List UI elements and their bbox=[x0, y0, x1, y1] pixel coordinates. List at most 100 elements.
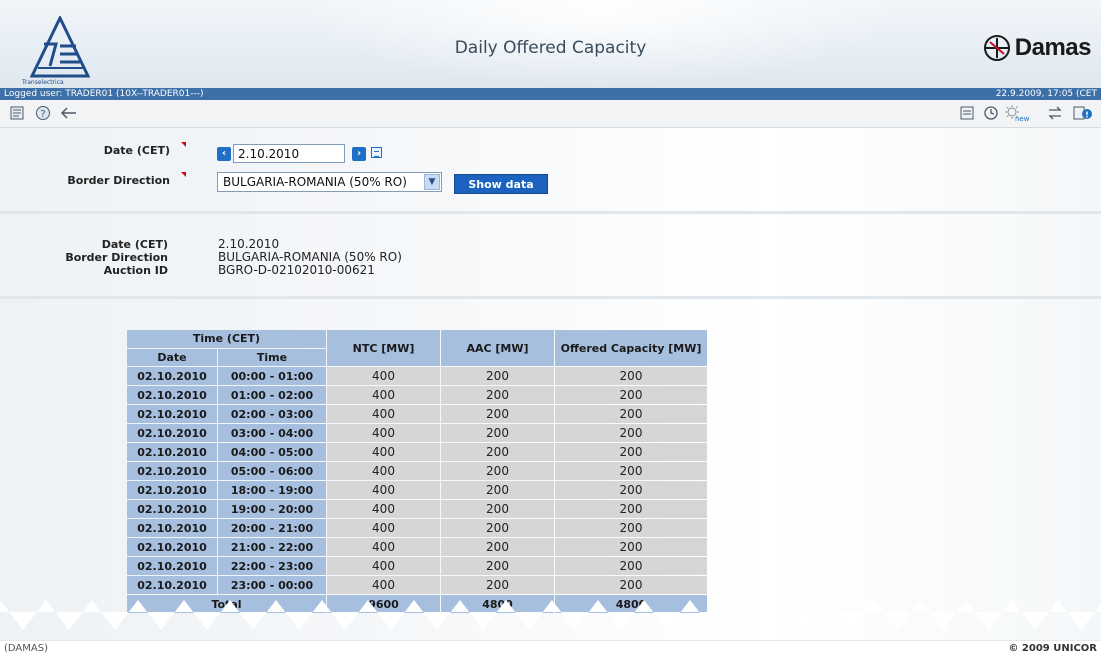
table-row: 02.10.2010 23:00 - 00:00 400 200 200 bbox=[127, 576, 707, 594]
row-ntc: 400 bbox=[327, 386, 440, 404]
damas-logo: Damas bbox=[982, 34, 1092, 62]
row-date: 02.10.2010 bbox=[127, 576, 217, 594]
help-icon[interactable]: ? bbox=[34, 104, 52, 122]
row-aac: 200 bbox=[441, 538, 554, 556]
info-date-label: Date (CET) bbox=[101, 238, 168, 251]
table-row: 02.10.2010 02:00 - 03:00 400 200 200 bbox=[127, 405, 707, 423]
row-ntc: 400 bbox=[327, 576, 440, 594]
border-direction-select[interactable]: BULGARIA-ROMANIA (50% RO) ▼ bbox=[217, 172, 442, 192]
clock-icon[interactable] bbox=[982, 104, 1000, 122]
row-date: 02.10.2010 bbox=[127, 424, 217, 442]
svg-text:?: ? bbox=[40, 109, 45, 120]
footer-copyright: © 2009 UNICOR bbox=[1008, 643, 1097, 654]
row-aac: 200 bbox=[441, 557, 554, 575]
list-icon[interactable] bbox=[958, 104, 976, 122]
new-icon[interactable]: new bbox=[1004, 104, 1032, 122]
row-ntc: 400 bbox=[327, 500, 440, 518]
time-group-header: Time (CET) bbox=[127, 330, 326, 348]
total-aac: 4800 bbox=[441, 595, 554, 613]
total-row: Total 9600 4800 4800 bbox=[127, 595, 707, 613]
row-aac: 200 bbox=[441, 481, 554, 499]
row-time: 18:00 - 19:00 bbox=[218, 481, 326, 499]
table-row: 02.10.2010 20:00 - 21:00 400 200 200 bbox=[127, 519, 707, 537]
row-date: 02.10.2010 bbox=[127, 519, 217, 537]
border-direction-label: Border Direction bbox=[67, 174, 170, 187]
row-ntc: 400 bbox=[327, 538, 440, 556]
auction-info: Date (CET) 2.10.2010 Border Direction BU… bbox=[0, 217, 1101, 299]
table-row: 02.10.2010 21:00 - 22:00 400 200 200 bbox=[127, 538, 707, 556]
show-data-button[interactable]: Show data bbox=[454, 174, 548, 194]
info-auction-label: Auction ID bbox=[103, 264, 168, 277]
table-row: 02.10.2010 19:00 - 20:00 400 200 200 bbox=[127, 500, 707, 518]
damas-emblem-icon bbox=[983, 35, 1010, 61]
required-marker bbox=[181, 142, 186, 147]
date-column-header: Date bbox=[127, 348, 217, 366]
content-area: Date (CET) ‹ › Border Direction BULGARIA… bbox=[0, 128, 1101, 640]
total-label: Total bbox=[127, 595, 326, 613]
row-ntc: 400 bbox=[327, 367, 440, 385]
table-row: 02.10.2010 22:00 - 23:00 400 200 200 bbox=[127, 557, 707, 575]
row-date: 02.10.2010 bbox=[127, 367, 217, 385]
row-ntc: 400 bbox=[327, 462, 440, 480]
row-date: 02.10.2010 bbox=[127, 557, 217, 575]
footer: (DAMAS) © 2009 UNICOR bbox=[0, 640, 1101, 656]
row-offered: 200 bbox=[555, 462, 707, 480]
row-date: 02.10.2010 bbox=[127, 481, 217, 499]
time-column-header: Time bbox=[218, 348, 326, 366]
date-label: Date (CET) bbox=[103, 144, 170, 157]
row-time: 21:00 - 22:00 bbox=[218, 538, 326, 556]
svg-text:!: ! bbox=[1085, 111, 1089, 120]
row-ntc: 400 bbox=[327, 424, 440, 442]
calendar-icon[interactable] bbox=[371, 147, 382, 158]
row-offered: 200 bbox=[555, 481, 707, 499]
row-offered: 200 bbox=[555, 538, 707, 556]
row-time: 20:00 - 21:00 bbox=[218, 519, 326, 537]
row-aac: 200 bbox=[441, 500, 554, 518]
table-row: 02.10.2010 04:00 - 05:00 400 200 200 bbox=[127, 443, 707, 461]
report-icon[interactable] bbox=[8, 104, 26, 122]
status-bar: Logged user: TRADER01 (10X--TRADER01---)… bbox=[0, 88, 1101, 100]
table-row: 02.10.2010 05:00 - 06:00 400 200 200 bbox=[127, 462, 707, 480]
prev-date-button[interactable]: ‹ bbox=[217, 147, 231, 161]
row-time: 05:00 - 06:00 bbox=[218, 462, 326, 480]
row-offered: 200 bbox=[555, 576, 707, 594]
row-time: 19:00 - 20:00 bbox=[218, 500, 326, 518]
row-date: 02.10.2010 bbox=[127, 500, 217, 518]
row-date: 02.10.2010 bbox=[127, 443, 217, 461]
total-ntc: 9600 bbox=[327, 595, 440, 613]
row-time: 00:00 - 01:00 bbox=[218, 367, 326, 385]
required-marker bbox=[181, 172, 186, 177]
app-header: Transelectrica Daily Offered Capacity Da… bbox=[0, 0, 1101, 88]
row-offered: 200 bbox=[555, 519, 707, 537]
exchange-icon[interactable] bbox=[1046, 104, 1064, 122]
row-aac: 200 bbox=[441, 424, 554, 442]
chevron-down-icon[interactable]: ▼ bbox=[424, 174, 440, 190]
row-ntc: 400 bbox=[327, 443, 440, 461]
capacity-table: Time (CET) NTC [MW] AAC [MW] Offered Cap… bbox=[126, 329, 708, 614]
row-ntc: 400 bbox=[327, 519, 440, 537]
row-offered: 200 bbox=[555, 405, 707, 423]
next-date-button[interactable]: › bbox=[352, 147, 366, 161]
row-aac: 200 bbox=[441, 405, 554, 423]
row-offered: 200 bbox=[555, 424, 707, 442]
info-border-label: Border Direction bbox=[65, 251, 168, 264]
row-aac: 200 bbox=[441, 576, 554, 594]
date-input[interactable] bbox=[233, 144, 345, 163]
footer-app-name: (DAMAS) bbox=[4, 643, 48, 654]
row-time: 01:00 - 02:00 bbox=[218, 386, 326, 404]
page-title: Daily Offered Capacity bbox=[454, 38, 647, 58]
row-time: 04:00 - 05:00 bbox=[218, 443, 326, 461]
table-header-row: Time (CET) NTC [MW] AAC [MW] Offered Cap… bbox=[127, 330, 707, 366]
row-aac: 200 bbox=[441, 443, 554, 461]
notifications-icon[interactable]: ! bbox=[1072, 104, 1094, 122]
status-datetime: 22.9.2009, 17:05 (CET bbox=[995, 89, 1097, 99]
row-date: 02.10.2010 bbox=[127, 405, 217, 423]
row-offered: 200 bbox=[555, 386, 707, 404]
offered-header: Offered Capacity [MW] bbox=[555, 330, 707, 366]
row-ntc: 400 bbox=[327, 405, 440, 423]
row-date: 02.10.2010 bbox=[127, 538, 217, 556]
row-ntc: 400 bbox=[327, 481, 440, 499]
toolbar: ? new ! bbox=[0, 100, 1101, 128]
back-icon[interactable] bbox=[60, 104, 78, 122]
svg-text:new: new bbox=[1015, 115, 1030, 122]
